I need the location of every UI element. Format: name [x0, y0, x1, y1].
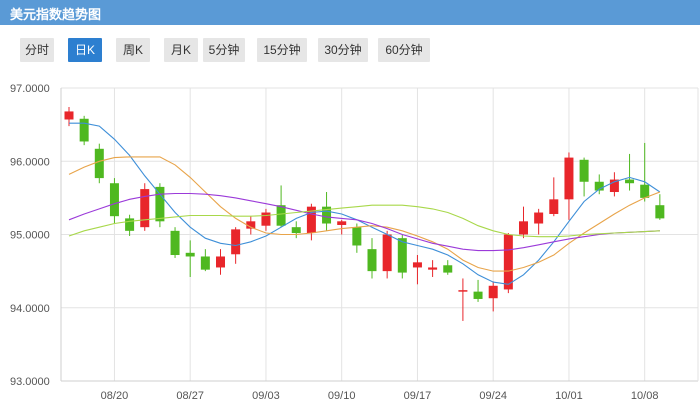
x-tick-label: 09/03 — [252, 390, 280, 402]
candle-body — [397, 238, 407, 273]
candlestick-chart: 97.0000 96.0000 95.0000 94.0000 93.0000 08/20… — [10, 83, 699, 402]
candle-body — [443, 265, 453, 273]
candle-body — [155, 186, 165, 222]
y-tick-label: 96.0000 — [10, 156, 50, 168]
candle-body — [367, 249, 377, 272]
y-tick-label: 97.0000 — [10, 83, 50, 95]
x-tick-label: 10/08 — [631, 390, 659, 402]
candle-body — [549, 199, 559, 214]
chart-header: 美元指数趋势图 — [0, 0, 700, 25]
candle-body — [216, 256, 225, 268]
tab-60min[interactable]: 60分钟 — [378, 38, 430, 62]
candle-body — [625, 179, 635, 184]
candle-body — [337, 221, 347, 225]
x-tick-label: 09/17 — [404, 390, 432, 402]
candle-body — [519, 221, 528, 235]
candle-body — [231, 229, 241, 255]
x-tick-label: 10/01 — [555, 390, 583, 402]
chart-title: 美元指数趋势图 — [10, 7, 102, 22]
candle-body — [261, 212, 271, 226]
candle-body — [458, 290, 468, 292]
candle-body — [352, 227, 362, 246]
candle-body — [564, 157, 574, 200]
x-tick-label: 08/20 — [101, 390, 129, 402]
x-tick-label: 09/24 — [479, 390, 507, 402]
candle-body — [185, 252, 195, 257]
x-tick-label: 09/10 — [328, 390, 356, 402]
candle-body — [534, 212, 544, 224]
candle-body — [291, 227, 301, 234]
tab-30min[interactable]: 30分钟 — [318, 38, 368, 62]
candle-body — [109, 183, 119, 217]
candle-body — [412, 262, 422, 268]
candle-body — [488, 285, 498, 299]
y-tick-label: 95.0000 — [10, 230, 50, 242]
y-tick-label: 94.0000 — [10, 303, 50, 315]
y-tick-label: 93.0000 — [10, 376, 50, 388]
tab-weekly-k[interactable]: 周K — [116, 38, 150, 62]
x-tick-label: 08/27 — [176, 390, 204, 402]
candle-body — [276, 205, 286, 226]
candle-body — [473, 291, 483, 299]
candle-body — [655, 205, 665, 219]
tab-monthly-k[interactable]: 月K — [164, 38, 198, 62]
candle-body — [200, 256, 210, 270]
tab-intraday[interactable]: 分时 — [20, 38, 54, 62]
candle-body — [79, 118, 89, 142]
tab-daily-k[interactable]: 日K — [68, 38, 102, 62]
tab-15min[interactable]: 15分钟 — [257, 38, 307, 62]
tab-5min[interactable]: 5分钟 — [203, 38, 245, 62]
candle-body — [64, 111, 74, 120]
candle-body — [428, 267, 438, 270]
candle-body — [640, 184, 650, 198]
candle-body — [579, 159, 589, 182]
candle-body — [125, 218, 135, 231]
candle-body — [140, 189, 150, 228]
candle-body — [94, 148, 104, 179]
candle-body — [503, 234, 513, 290]
candle-body — [170, 230, 180, 256]
candle-body — [382, 234, 392, 272]
